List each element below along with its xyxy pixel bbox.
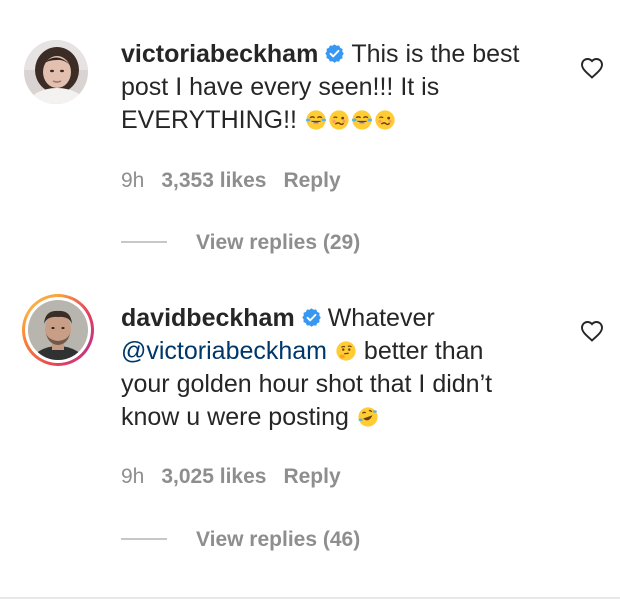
avatar-image [28,300,88,360]
comment-username[interactable]: victoriabeckham [121,40,318,68]
comment-meta: 9h 3,025 likes Reply [121,465,358,489]
comment-meta: 9h 3,353 likes Reply [121,169,358,193]
verified-badge-icon [325,44,345,63]
heart-outline-icon[interactable] [580,320,604,342]
avatar[interactable] [28,300,88,360]
comment-text: davidbeckham Whatever @victoriabeckham b… [121,302,531,434]
view-replies-button[interactable]: View replies (29) [121,231,360,255]
thinking-face-icon [336,341,356,361]
comment-text: victoriabeckham This is the best post I … [121,38,531,137]
reply-button[interactable]: Reply [283,465,340,488]
story-ring[interactable] [22,294,94,366]
heart-outline-icon[interactable] [580,57,604,79]
avatar[interactable] [24,40,88,104]
rolling-on-the-floor-laughing-icon [358,407,378,427]
replies-divider [121,538,167,540]
woozy-face-icon [375,110,395,130]
verified-badge-icon [302,308,321,327]
comment-username[interactable]: davidbeckham [121,304,295,332]
view-replies-button[interactable]: View replies (46) [121,528,360,552]
comment-time: 9h [121,169,145,192]
reply-button[interactable]: Reply [283,169,340,192]
face-with-tears-of-joy-icon [305,110,327,130]
view-replies-label: View replies (46) [196,528,361,551]
comment-message-prefix: Whatever [327,304,435,332]
mention-link[interactable]: @victoriabeckham [121,337,327,365]
face-with-tears-of-joy-icon [351,110,373,130]
replies-divider [121,241,167,243]
view-replies-label: View replies (29) [196,231,361,254]
comments-panel: victoriabeckham This is the best post I … [0,0,620,599]
likes-count[interactable]: 3,353 likes [161,169,266,192]
comment-time: 9h [121,465,145,488]
likes-count[interactable]: 3,025 likes [161,465,266,488]
woozy-face-icon [329,110,349,130]
avatar-image [24,40,88,104]
